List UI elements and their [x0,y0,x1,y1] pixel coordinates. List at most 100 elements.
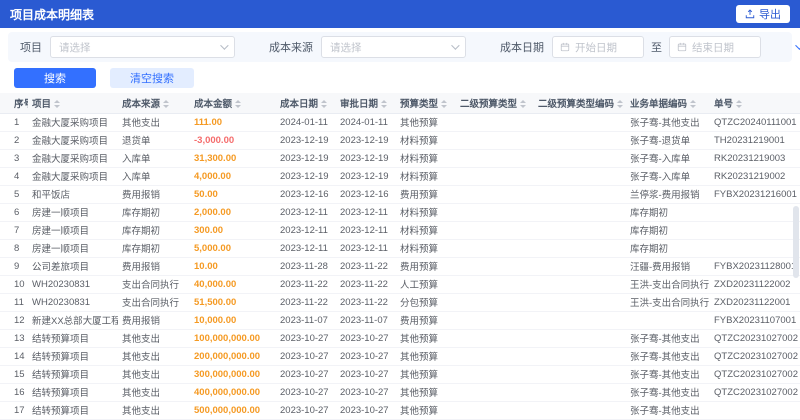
sort-icon[interactable] [321,100,328,108]
cost-source-select[interactable]: 请选择 [321,36,466,58]
cell-budget_type: 其他预算 [396,329,456,348]
cell-index: 5 [0,185,28,204]
export-button[interactable]: 导出 [736,5,790,23]
cell-budget_type2 [456,293,534,312]
cell-budget_type2 [456,365,534,384]
project-select-placeholder: 请选择 [59,41,91,54]
cell-budget_type2_code [534,257,626,276]
table-row: 16 结转预算项目 其他支出 400,000,000.00 2023-10-27 2023… [0,383,800,402]
cell-source: 其他支出 [118,329,190,348]
column-label: 成本金额 [194,98,233,110]
cell-biz_doc: 张子骞-其他支出 [626,401,710,420]
cell-budget_type: 材料预算 [396,167,456,186]
cell-budget_type2_code [534,401,626,420]
sort-icon[interactable] [54,100,61,108]
cell-index: 9 [0,257,28,276]
sort-icon[interactable] [690,100,697,108]
project-filter-label: 项目 [20,42,42,54]
cell-budget_type: 材料预算 [396,239,456,258]
cell-cost_date: 2023-12-11 [276,203,336,222]
expand-filters-link[interactable]: 展开筛选 [795,39,800,55]
cell-cost_date: 2023-12-19 [276,131,336,150]
table-row: 12新建XX总部大厦工程二期费用报销10,000.002023-11-07202… [0,311,800,330]
column-header-amount[interactable]: 成本金额 [190,93,276,114]
column-label: 预算类型 [400,98,439,110]
vertical-scrollbar[interactable] [793,206,799,418]
project-select[interactable]: 请选择 [50,36,235,58]
column-label: 二级预算类型编码 [538,98,615,110]
cell-cost_date: 2024-01-11 [276,113,336,132]
cell-amount: 100,000,000.00 [190,329,276,348]
column-header-doc_no[interactable]: 单号 [710,93,800,114]
column-label: 序号 [14,98,28,110]
export-button-label: 导出 [759,9,781,21]
cell-biz_doc: 库存期初 [626,239,710,258]
cost-table: 序号项目 成本来源 成本金额 成本日期 审批日期 预算类型 二级预算类型 二级预算类型编码 业务… [0,93,800,420]
sort-icon[interactable] [235,100,242,108]
end-date-input[interactable]: 结束日期 [669,36,761,58]
column-header-cost_date[interactable]: 成本日期 [276,93,336,114]
cell-index: 7 [0,221,28,240]
cell-budget_type2_code [534,149,626,168]
cell-budget_type2_code [534,347,626,366]
cell-cost_date: 2023-10-27 [276,383,336,402]
chevron-down-icon [220,41,229,50]
sort-icon[interactable] [736,100,743,108]
cell-source: 入库单 [118,149,190,168]
sort-icon[interactable] [381,100,388,108]
cost-source-filter-label: 成本来源 [269,42,313,54]
cell-doc_no [710,203,800,222]
cell-budget_type2 [456,329,534,348]
search-button[interactable]: 搜索 [14,68,96,88]
cell-doc_no: RK20231219003 [710,149,800,168]
cell-approval_date: 2023-10-27 [336,383,396,402]
column-header-budget_type2[interactable]: 二级预算类型 [456,93,534,114]
sort-icon[interactable] [520,100,527,108]
cell-budget_type: 费用预算 [396,185,456,204]
cell-project: 结转预算项目 [28,401,118,420]
cell-index: 4 [0,167,28,186]
column-header-project[interactable]: 项目 [28,93,118,114]
table-row: 5 和平饭店 费用报销 50.00 2023-12-16 2023-12-16 费用预算 兰停… [0,185,800,204]
table-row: 17 结转预算项目 其他支出 500,000,000.00 2023-10-27 2023… [0,401,800,420]
sort-icon[interactable] [441,100,448,108]
cell-budget_type: 材料预算 [396,203,456,222]
cell-index: 13 [0,329,28,348]
cell-amount: 300.00 [190,221,276,240]
cell-project: 金融大厦采购项目 [28,113,118,132]
column-header-biz_doc[interactable]: 业务单据编码 [626,93,710,114]
table-row: 13 结转预算项目 其他支出 100,000,000.00 2023-10-27 2023… [0,329,800,348]
cell-biz_doc: 张子骞-入库单 [626,149,710,168]
cell-budget_type2 [456,131,534,150]
clear-search-button[interactable]: 清空搜索 [110,68,194,88]
cell-biz_doc [626,311,710,330]
cell-index: 15 [0,365,28,384]
column-header-budget_type[interactable]: 预算类型 [396,93,456,114]
cell-index: 11 [0,293,28,312]
cell-source: 库存期初 [118,203,190,222]
cell-budget_type: 其他预算 [396,113,456,132]
cell-budget_type2_code [534,311,626,330]
cell-amount: 5,000.00 [190,239,276,258]
column-header-source[interactable]: 成本来源 [118,93,190,114]
table-row: 4 金融大厦采购项目 入库单 4,000.00 2023-12-19 2023-12-19… [0,167,800,186]
column-label: 业务单据编码 [630,98,688,110]
column-header-approval_date[interactable]: 审批日期 [336,93,396,114]
cell-budget_type: 分包预算 [396,293,456,312]
cell-approval_date: 2023-12-11 [336,203,396,222]
cell-doc_no: QTZC20240111001 [710,113,800,132]
sort-icon[interactable] [163,100,170,108]
cell-budget_type2 [456,167,534,186]
column-header-budget_type2_code[interactable]: 二级预算类型编码 [534,93,626,114]
cell-approval_date: 2023-10-27 [336,401,396,420]
cell-index: 3 [0,149,28,168]
cell-biz_doc: 张子骞-其他支出 [626,113,710,132]
table-head-row: 序号项目 成本来源 成本金额 成本日期 审批日期 预算类型 二级预算类型 二级预算类型编码 业务… [0,93,800,114]
start-date-input[interactable]: 开始日期 [552,36,644,58]
cell-approval_date: 2023-11-22 [336,275,396,294]
cell-budget_type2 [456,383,534,402]
cell-biz_doc: 张子骞-其他支出 [626,383,710,402]
column-header-index: 序号 [0,93,28,114]
scrollbar-thumb[interactable] [793,206,799,278]
sort-icon[interactable] [617,100,624,108]
